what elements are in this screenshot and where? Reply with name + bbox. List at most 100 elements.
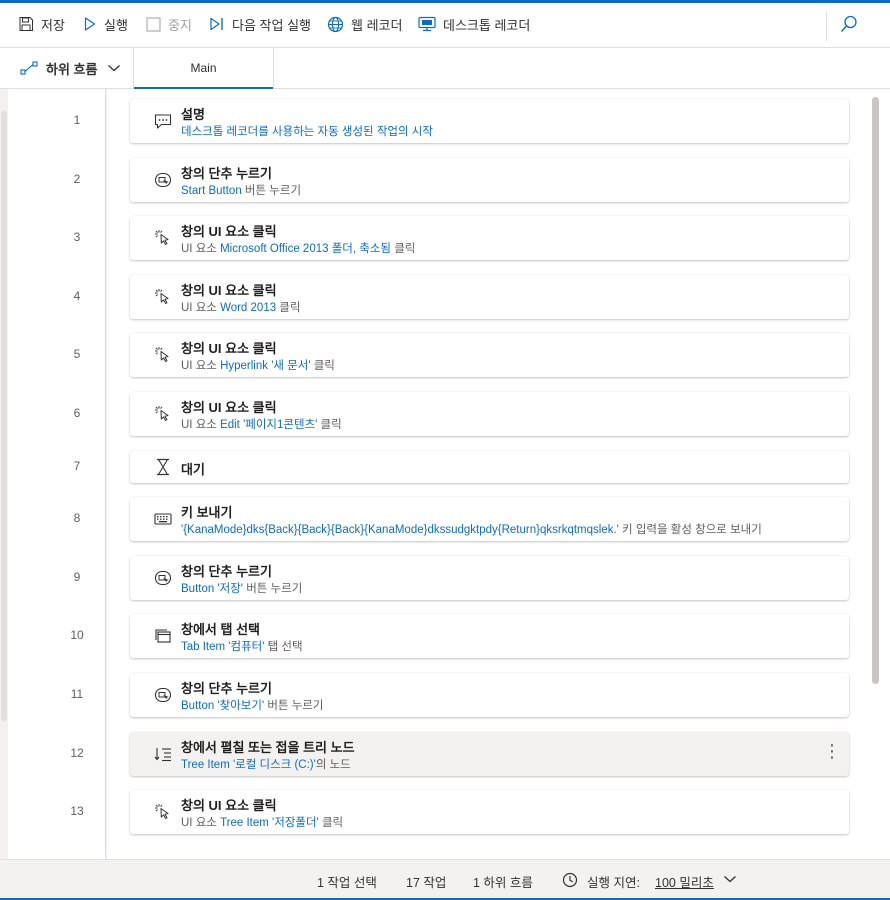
action-parameter: Button '찾아보기' xyxy=(181,700,265,712)
save-icon xyxy=(19,17,33,31)
click-icon xyxy=(154,229,172,247)
action-step[interactable]: 창의 UI 요소 클릭 UI 요소 Word 2013 클릭 xyxy=(130,274,849,319)
run-button[interactable]: 실행 xyxy=(83,13,128,35)
action-step[interactable]: 창의 단추 누르기 Start Button 버튼 누르기 xyxy=(130,157,849,202)
line-number: 3 xyxy=(73,230,81,245)
tab-select-icon xyxy=(154,627,172,645)
line-number: 12 xyxy=(70,745,84,760)
action-title: 창에서 탭 선택 xyxy=(181,622,260,638)
action-text: 클릭 xyxy=(391,243,416,256)
desktop-recorder-button[interactable]: 데스크톱 레코더 xyxy=(418,13,530,35)
action-description: Tree Item '로컬 디스크 (C:)'의 노드 xyxy=(181,756,351,772)
action-title: 창에서 펼칠 또는 접을 트리 노드 xyxy=(181,739,355,755)
press-button-icon xyxy=(154,171,172,189)
chevron-down-icon xyxy=(108,65,121,72)
subflows-dropdown[interactable]: 하위 흐름 xyxy=(20,58,121,78)
selected-count: 1 작업 선택 xyxy=(317,876,377,890)
tab-main[interactable]: Main xyxy=(134,48,273,89)
action-description: UI 요소 Hyperlink '새 문서' 클릭 xyxy=(181,357,335,373)
press-button-icon xyxy=(154,569,172,587)
comment-icon xyxy=(154,112,172,130)
toolbar: 저장 실행 중지 다음 작업 실행 웹 레코더 데스크톱 레코더 xyxy=(0,3,890,48)
action-text: 의 노드 xyxy=(315,758,351,771)
action-parameter: Hyperlink '새 문서' xyxy=(220,360,311,373)
action-title: 창의 UI 요소 클릭 xyxy=(181,282,277,298)
action-step[interactable]: 창의 UI 요소 클릭 UI 요소 Hyperlink '새 문서' 클릭 xyxy=(130,333,849,378)
action-description: 데스크톱 레코더를 사용하는 자동 생성된 작업의 시작 xyxy=(181,123,433,139)
tab-divider xyxy=(273,48,274,89)
run-label: 실행 xyxy=(104,17,128,33)
action-description: UI 요소 Edit '페이지1콘텐츠' 클릭 xyxy=(181,416,342,432)
action-description: UI 요소 Microsoft Office 2013 폴더, 축소됨 클릭 xyxy=(181,240,415,256)
monitor-icon xyxy=(418,16,436,32)
clock-icon xyxy=(562,872,578,888)
run-delay-value[interactable]: 100 밀리초 xyxy=(655,872,714,891)
stop-button[interactable]: 중지 xyxy=(146,13,192,35)
scrollbar-thumb[interactable] xyxy=(872,97,879,684)
run-delay-label: 실행 지연: xyxy=(587,876,640,890)
line-number: 2 xyxy=(73,171,81,186)
click-icon xyxy=(154,405,172,423)
action-step[interactable]: 키 보내기 '{KanaMode}dks{Back}{Back}{Back}{Ka… xyxy=(130,497,849,542)
action-text: UI 요소 xyxy=(181,301,221,314)
save-button[interactable]: 저장 xyxy=(18,13,65,35)
keyboard-icon xyxy=(154,510,172,528)
tree-node-icon xyxy=(154,745,172,763)
play-icon xyxy=(84,17,96,31)
action-parameter: Tree Item '로컬 디스크 (C:)' xyxy=(181,758,316,771)
desktop-recorder-label: 데스크톱 레코더 xyxy=(443,17,531,33)
action-description: Button '저장' 버튼 누르기 xyxy=(181,580,302,596)
search-icon xyxy=(840,15,857,33)
line-number: 13 xyxy=(70,804,84,819)
action-title: 창의 UI 요소 클릭 xyxy=(181,341,277,357)
action-parameter: Word 2013 xyxy=(220,301,277,314)
click-icon xyxy=(154,803,172,821)
action-text: 클릭 xyxy=(318,817,344,830)
action-step[interactable]: 창의 단추 누르기 Button '찾아보기' 버튼 누르기 xyxy=(130,673,849,717)
action-description: Tab Item '컴퓨터' 탭 선택 xyxy=(181,638,303,654)
action-text: UI 요소 xyxy=(181,817,221,830)
left-scrollbar-thumb[interactable] xyxy=(1,111,7,721)
left-scrollbar[interactable] xyxy=(0,89,8,859)
click-icon xyxy=(154,346,172,364)
action-step[interactable]: 창의 단추 누르기 Button '저장' 버튼 누르기 xyxy=(130,555,849,600)
action-step[interactable]: 창에서 펼칠 또는 접을 트리 노드 Tree Item '로컬 디스크 (C:)… xyxy=(130,731,849,776)
tab-bar: 하위 흐름 Main xyxy=(0,48,890,89)
action-step[interactable]: 창에서 탭 선택 Tab Item '컴퓨터' 탭 선택 xyxy=(130,614,849,659)
action-title: 대기 xyxy=(181,461,205,477)
more-options-icon[interactable]: ⋮ xyxy=(823,742,841,762)
action-step[interactable]: 창의 UI 요소 클릭 UI 요소 Tree Item '저장폴더' 클릭 xyxy=(130,790,849,835)
action-step[interactable]: 창의 UI 요소 클릭 UI 요소 Edit '페이지1콘텐츠' 클릭 xyxy=(130,392,849,436)
line-number: 8 xyxy=(73,511,81,526)
vertical-scrollbar[interactable] xyxy=(870,89,890,859)
step-next-icon xyxy=(210,17,223,31)
action-title: 창의 UI 요소 클릭 xyxy=(181,400,277,415)
action-title: 키 보내기 xyxy=(181,505,233,521)
stop-label: 중지 xyxy=(168,17,192,33)
action-step[interactable]: 창의 UI 요소 클릭 UI 요소 Microsoft Office 2013 폴… xyxy=(130,216,849,261)
action-text: 버튼 누르기 xyxy=(264,700,324,712)
run-next-action-button[interactable]: 다음 작업 실행 xyxy=(209,13,311,35)
action-text: 키 입력을 활성 창으로 보내기 xyxy=(618,524,762,537)
action-step[interactable]: 설명 데스크톱 레코더를 사용하는 자동 생성된 작업의 시작 xyxy=(130,99,849,143)
line-number: 9 xyxy=(73,569,81,584)
action-parameter: Microsoft Office 2013 폴더, 축소됨 xyxy=(220,243,391,256)
globe-icon xyxy=(327,16,344,32)
subflow-count: 1 하위 흐름 xyxy=(473,876,533,890)
web-recorder-button[interactable]: 웹 레코더 xyxy=(327,13,402,35)
line-number-gutter xyxy=(8,89,106,859)
action-description: Start Button 버튼 누르기 xyxy=(181,182,301,198)
line-number: 1 xyxy=(73,113,81,127)
action-text: 클릭 xyxy=(317,419,342,431)
subflow-icon xyxy=(20,61,38,75)
save-label: 저장 xyxy=(41,17,65,33)
line-number: 4 xyxy=(73,288,81,303)
action-title: 창의 단추 누르기 xyxy=(181,681,272,696)
search-button[interactable] xyxy=(840,13,858,35)
chevron-down-icon[interactable] xyxy=(723,874,737,884)
action-text: 탭 선택 xyxy=(264,641,303,654)
line-number: 11 xyxy=(70,687,84,701)
web-recorder-label: 웹 레코더 xyxy=(351,17,403,33)
status-bar: 1 작업 선택 17 작업 1 하위 흐름 실행 지연: 100 밀리초 xyxy=(0,859,890,900)
action-step[interactable]: 대기 xyxy=(130,450,849,483)
